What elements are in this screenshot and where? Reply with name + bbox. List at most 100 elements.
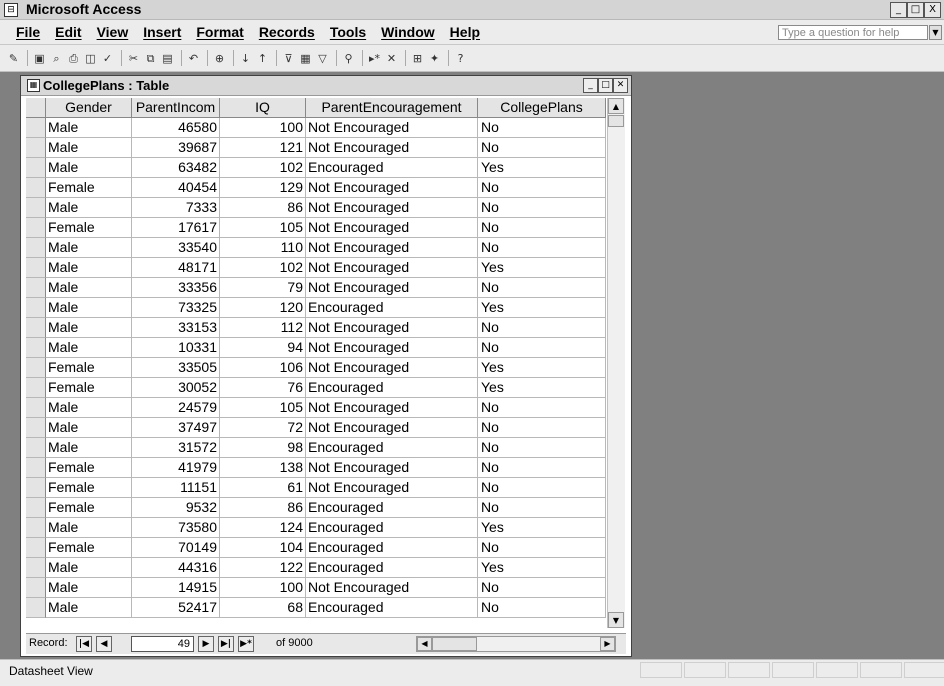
record-selector[interactable]: [26, 158, 46, 178]
menu-edit[interactable]: Edit: [55, 24, 81, 40]
cell-parent-encouragement[interactable]: Not Encouraged: [306, 418, 478, 438]
scroll-down-arrow-icon[interactable]: ▼: [608, 612, 624, 628]
cell-college-plans[interactable]: No: [478, 238, 606, 258]
menu-file[interactable]: File: [16, 24, 40, 40]
record-selector[interactable]: [26, 598, 46, 618]
record-selector[interactable]: [26, 478, 46, 498]
table-row[interactable]: Female 70149 104 Encouraged No: [26, 538, 607, 558]
cell-college-plans[interactable]: No: [478, 218, 606, 238]
menu-tools[interactable]: Tools: [330, 24, 366, 40]
cell-parent-encouragement[interactable]: Not Encouraged: [306, 218, 478, 238]
cell-iq[interactable]: 98: [220, 438, 306, 458]
cell-gender[interactable]: Male: [46, 598, 132, 618]
cell-parent-encouragement[interactable]: Not Encouraged: [306, 578, 478, 598]
cell-parent-income[interactable]: 7333: [132, 198, 220, 218]
cell-parent-encouragement[interactable]: Encouraged: [306, 298, 478, 318]
cell-iq[interactable]: 100: [220, 578, 306, 598]
close-button[interactable]: X: [924, 2, 941, 18]
table-row[interactable]: Male 24579 105 Not Encouraged No: [26, 398, 607, 418]
cell-college-plans[interactable]: No: [478, 498, 606, 518]
cell-parent-encouragement[interactable]: Not Encouraged: [306, 358, 478, 378]
search-file-icon[interactable]: ⌕: [49, 51, 64, 66]
scroll-up-arrow-icon[interactable]: ▲: [608, 98, 624, 114]
table-row[interactable]: Male 63482 102 Encouraged Yes: [26, 158, 607, 178]
cell-college-plans[interactable]: No: [478, 538, 606, 558]
table-row[interactable]: Male 10331 94 Not Encouraged No: [26, 338, 607, 358]
record-selector[interactable]: [26, 538, 46, 558]
cell-gender[interactable]: Female: [46, 178, 132, 198]
cell-gender[interactable]: Male: [46, 258, 132, 278]
restore-button[interactable]: □: [907, 2, 924, 18]
apply-filter-icon[interactable]: ▽: [315, 51, 330, 66]
table-row[interactable]: Female 40454 129 Not Encouraged No: [26, 178, 607, 198]
cell-gender[interactable]: Male: [46, 138, 132, 158]
cell-iq[interactable]: 102: [220, 158, 306, 178]
cell-gender[interactable]: Male: [46, 118, 132, 138]
view-icon[interactable]: ✎: [6, 51, 21, 66]
cell-parent-income[interactable]: 33540: [132, 238, 220, 258]
menu-help[interactable]: Help: [450, 24, 480, 40]
table-row[interactable]: Male 46580 100 Not Encouraged No: [26, 118, 607, 138]
cell-iq[interactable]: 86: [220, 498, 306, 518]
cell-parent-income[interactable]: 73325: [132, 298, 220, 318]
cell-parent-income[interactable]: 46580: [132, 118, 220, 138]
table-row[interactable]: Male 48171 102 Not Encouraged Yes: [26, 258, 607, 278]
next-record-button[interactable]: ▶: [198, 636, 214, 652]
cell-college-plans[interactable]: No: [478, 198, 606, 218]
cell-parent-encouragement[interactable]: Encouraged: [306, 378, 478, 398]
cell-parent-income[interactable]: 37497: [132, 418, 220, 438]
cell-parent-encouragement[interactable]: Not Encouraged: [306, 238, 478, 258]
vertical-scrollbar[interactable]: ▲ ▼: [607, 98, 625, 628]
menu-view[interactable]: View: [97, 24, 129, 40]
cell-parent-income[interactable]: 33356: [132, 278, 220, 298]
filter-by-selection-icon[interactable]: ⊽: [281, 51, 296, 66]
spell-check-icon[interactable]: ✓: [100, 51, 115, 66]
table-row[interactable]: Female 33505 106 Not Encouraged Yes: [26, 358, 607, 378]
cell-parent-encouragement[interactable]: Not Encouraged: [306, 338, 478, 358]
horizontal-scrollbar[interactable]: ◀ ▶: [416, 636, 616, 652]
cell-college-plans[interactable]: Yes: [478, 258, 606, 278]
cell-college-plans[interactable]: No: [478, 598, 606, 618]
record-selector[interactable]: [26, 238, 46, 258]
cell-iq[interactable]: 112: [220, 318, 306, 338]
filter-by-form-icon[interactable]: ▦: [298, 51, 313, 66]
cell-college-plans[interactable]: No: [478, 398, 606, 418]
scroll-left-arrow-icon[interactable]: ◀: [417, 637, 432, 651]
cell-gender[interactable]: Female: [46, 498, 132, 518]
datasheet-close-button[interactable]: ✕: [613, 78, 628, 93]
cell-college-plans[interactable]: Yes: [478, 378, 606, 398]
find-icon[interactable]: ⚲: [341, 51, 356, 66]
horizontal-scroll-thumb[interactable]: [432, 637, 477, 651]
table-row[interactable]: Male 37497 72 Not Encouraged No: [26, 418, 607, 438]
cell-college-plans[interactable]: No: [478, 438, 606, 458]
cell-gender[interactable]: Male: [46, 318, 132, 338]
record-selector[interactable]: [26, 398, 46, 418]
cell-iq[interactable]: 61: [220, 478, 306, 498]
cell-college-plans[interactable]: Yes: [478, 518, 606, 538]
cell-parent-income[interactable]: 17617: [132, 218, 220, 238]
copy-icon[interactable]: ⧉: [143, 51, 158, 66]
column-header-college-plans[interactable]: CollegePlans: [478, 98, 606, 118]
cell-iq[interactable]: 110: [220, 238, 306, 258]
cell-gender[interactable]: Male: [46, 298, 132, 318]
datasheet-maximize-button[interactable]: □: [598, 78, 613, 93]
table-row[interactable]: Male 14915 100 Not Encouraged No: [26, 578, 607, 598]
sort-descending-icon[interactable]: ↑: [255, 51, 270, 66]
cell-gender[interactable]: Female: [46, 458, 132, 478]
table-row[interactable]: Female 41979 138 Not Encouraged No: [26, 458, 607, 478]
cell-gender[interactable]: Male: [46, 278, 132, 298]
first-record-button[interactable]: |◀: [76, 636, 92, 652]
cell-iq[interactable]: 124: [220, 518, 306, 538]
record-selector[interactable]: [26, 418, 46, 438]
cell-college-plans[interactable]: No: [478, 478, 606, 498]
cell-gender[interactable]: Male: [46, 518, 132, 538]
cell-parent-encouragement[interactable]: Encouraged: [306, 158, 478, 178]
record-selector[interactable]: [26, 438, 46, 458]
cell-iq[interactable]: 121: [220, 138, 306, 158]
cell-parent-income[interactable]: 14915: [132, 578, 220, 598]
cell-parent-income[interactable]: 9532: [132, 498, 220, 518]
cell-parent-encouragement[interactable]: Not Encouraged: [306, 478, 478, 498]
cell-college-plans[interactable]: Yes: [478, 358, 606, 378]
cell-parent-income[interactable]: 33505: [132, 358, 220, 378]
record-selector[interactable]: [26, 458, 46, 478]
